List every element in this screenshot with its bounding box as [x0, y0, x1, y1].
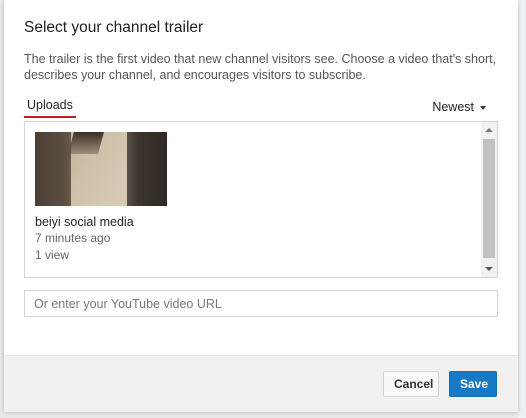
- tab-uploads-label: Uploads: [27, 98, 73, 112]
- scroll-up-icon[interactable]: [485, 128, 493, 132]
- list-scrollbar[interactable]: [481, 122, 497, 277]
- uploads-list: beiyi social media 7 minutes ago 1 view: [24, 121, 498, 278]
- dialog-description: The trailer is the first video that new …: [24, 52, 497, 82]
- dialog-title: Select your channel trailer: [24, 19, 204, 36]
- video-item[interactable]: beiyi social media 7 minutes ago 1 view: [35, 132, 175, 263]
- tab-uploads[interactable]: Uploads: [24, 96, 76, 118]
- video-age: 7 minutes ago: [35, 231, 111, 245]
- sort-label: Newest: [432, 100, 474, 114]
- cancel-button[interactable]: Cancel: [383, 371, 439, 397]
- sort-dropdown[interactable]: Newest: [432, 100, 486, 114]
- channel-trailer-dialog: Select your channel trailer The trailer …: [4, 0, 518, 412]
- scrollbar-thumb[interactable]: [483, 139, 495, 258]
- scroll-down-icon[interactable]: [485, 267, 493, 271]
- video-thumbnail: [35, 132, 167, 206]
- video-views: 1 view: [35, 248, 70, 262]
- save-button[interactable]: Save: [449, 371, 497, 397]
- dialog-footer: Cancel Save: [4, 355, 518, 412]
- caret-down-icon: [480, 105, 486, 110]
- background-edge: [518, 0, 526, 418]
- tab-active-underline: [24, 116, 76, 118]
- video-title: beiyi social media: [35, 215, 134, 229]
- video-url-input[interactable]: [24, 290, 498, 317]
